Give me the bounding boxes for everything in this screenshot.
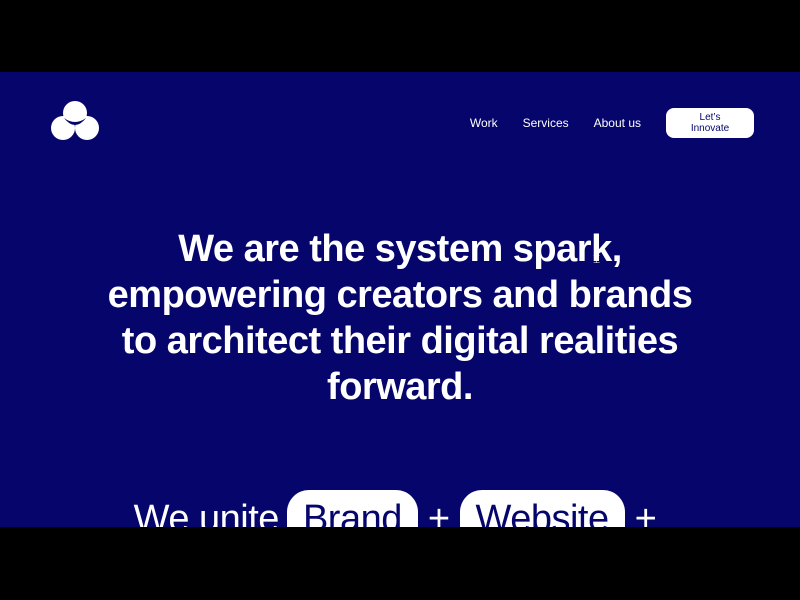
nav-link-services[interactable]: Services bbox=[523, 116, 569, 130]
letterbox-top bbox=[0, 0, 800, 72]
plus-sign-2: + bbox=[634, 498, 657, 527]
lets-innovate-button[interactable]: Let’s Innovate bbox=[666, 108, 754, 138]
text-cursor-icon: ⌶ bbox=[593, 252, 601, 266]
pill-brand: Brand bbox=[286, 490, 418, 527]
plus-sign: + bbox=[427, 498, 450, 527]
hero-line-4: forward. bbox=[327, 366, 473, 408]
unite-lead: We unite bbox=[133, 498, 280, 527]
letterbox-bottom bbox=[0, 527, 800, 600]
hero-line-3: to architect their digital realities bbox=[121, 320, 679, 362]
hero-heading: We are the system spark, empowering crea… bbox=[60, 226, 740, 410]
hero-line-2: empowering creators and brands bbox=[107, 274, 693, 316]
nav-link-about-us[interactable]: About us bbox=[594, 116, 641, 130]
unite-heading: We unite Brand + Website + bbox=[0, 490, 800, 527]
three-circle-logo-icon[interactable] bbox=[50, 100, 100, 142]
nav-link-work[interactable]: Work bbox=[470, 116, 498, 130]
landing-page: Work Services About us Let’s Innovate We… bbox=[0, 72, 800, 527]
hero-line-1: We are the system spark, bbox=[178, 228, 622, 270]
main-nav: Work Services About us Let’s Innovate bbox=[470, 108, 754, 138]
pill-website: Website bbox=[459, 490, 625, 527]
